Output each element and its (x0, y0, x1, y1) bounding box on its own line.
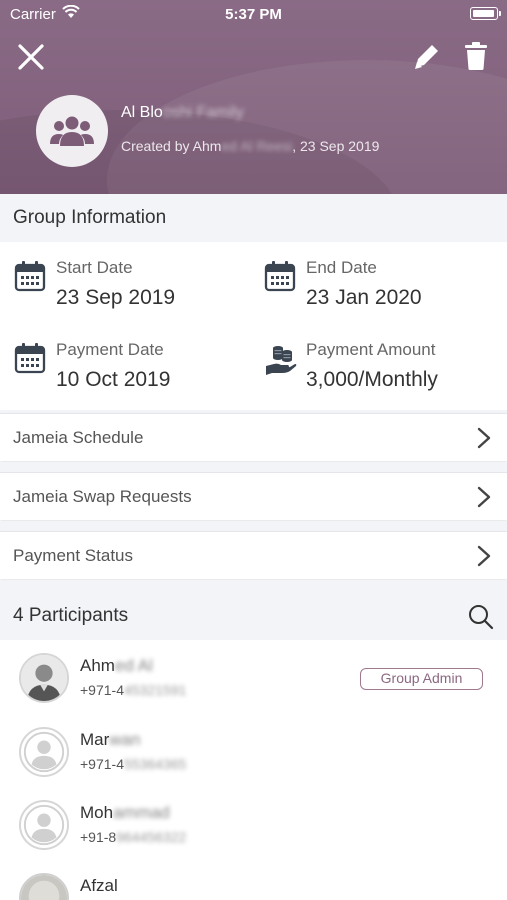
payment-date-value: 10 Oct 2019 (56, 368, 171, 391)
payment-status-label: Payment Status (13, 545, 134, 565)
end-date-label: End Date (306, 258, 377, 277)
calendar-icon (264, 261, 296, 292)
group-name: Al Blooshi Family (121, 104, 244, 121)
jameia-schedule-label: Jameia Schedule (13, 427, 144, 447)
jameia-swap-requests-label: Jameia Swap Requests (13, 486, 192, 506)
avatar (19, 653, 69, 703)
avatar (19, 800, 69, 850)
participant-item[interactable]: Mohammad +91-8964456322 (0, 787, 507, 861)
calendar-icon (14, 261, 46, 292)
participant-item[interactable]: Marwan +971-455364365 (0, 714, 507, 788)
battery-icon (470, 7, 501, 20)
payment-date-label: Payment Date (56, 340, 164, 359)
avatar (19, 727, 69, 777)
start-date-item: Start Date 23 Sep 2019 (14, 258, 244, 318)
participant-name: Afzal (80, 876, 118, 895)
participant-phone: +971-455364365 (80, 756, 187, 772)
user-photo-icon (21, 875, 67, 900)
search-icon (469, 605, 494, 630)
delete-button[interactable] (462, 40, 490, 72)
user-placeholder-icon (23, 804, 65, 846)
participants-title: 4 Participants (13, 605, 129, 626)
group-information-header: Group Information (0, 194, 507, 242)
participant-item[interactable]: Ahmed Al +971-445321591 Group Admin (0, 640, 507, 714)
divider (0, 521, 507, 531)
chevron-right-icon (477, 545, 491, 567)
trash-icon (465, 42, 487, 70)
jameia-schedule-row[interactable]: Jameia Schedule (0, 413, 507, 461)
payment-amount-value: 3,000/Monthly (306, 368, 438, 391)
avatar (19, 873, 69, 900)
payment-date-item: Payment Date 10 Oct 2019 (14, 340, 244, 400)
chevron-right-icon (477, 486, 491, 508)
user-placeholder-icon (23, 731, 65, 773)
group-header: Carrier 5:37 PM Al Blooshi Family Create… (0, 0, 507, 194)
chevron-right-icon (477, 427, 491, 449)
divider (0, 462, 507, 472)
payment-amount-label: Payment Amount (306, 340, 436, 359)
payment-status-row[interactable]: Payment Status (0, 531, 507, 579)
participant-item[interactable]: Afzal (0, 860, 507, 900)
edit-button[interactable] (412, 40, 442, 72)
end-date-item: End Date 23 Jan 2020 (264, 258, 494, 318)
user-photo-icon (21, 655, 67, 701)
payment-amount-item: Payment Amount 3,000/Monthly (264, 340, 494, 400)
jameia-swap-requests-row[interactable]: Jameia Swap Requests (0, 472, 507, 520)
participant-name: Ahmed Al (80, 656, 153, 675)
created-by-text: Created by Ahmed Al Reesi, 23 Sep 2019 (121, 138, 380, 154)
start-date-label: Start Date (56, 258, 133, 277)
group-avatar (36, 95, 108, 167)
divider (0, 580, 507, 592)
close-button[interactable] (14, 40, 48, 74)
close-icon (18, 44, 44, 70)
clock-time: 5:37 PM (225, 6, 282, 23)
start-date-value: 23 Sep 2019 (56, 286, 176, 309)
group-people-icon (50, 116, 94, 146)
coins-hand-icon (266, 346, 297, 375)
participant-name: Marwan (80, 730, 141, 749)
participant-phone: +91-8964456322 (80, 829, 187, 845)
participants-header: 4 Participants (0, 592, 507, 640)
pencil-icon (415, 45, 438, 69)
participant-phone: +971-445321591 (80, 682, 187, 698)
search-button[interactable] (467, 603, 495, 631)
section-title: Group Information (13, 207, 167, 228)
calendar-icon (14, 343, 46, 374)
participant-name: Mohammad (80, 803, 170, 822)
group-admin-badge: Group Admin (360, 668, 483, 690)
end-date-value: 23 Jan 2020 (306, 286, 422, 309)
status-bar: Carrier 5:37 PM (0, 0, 507, 28)
